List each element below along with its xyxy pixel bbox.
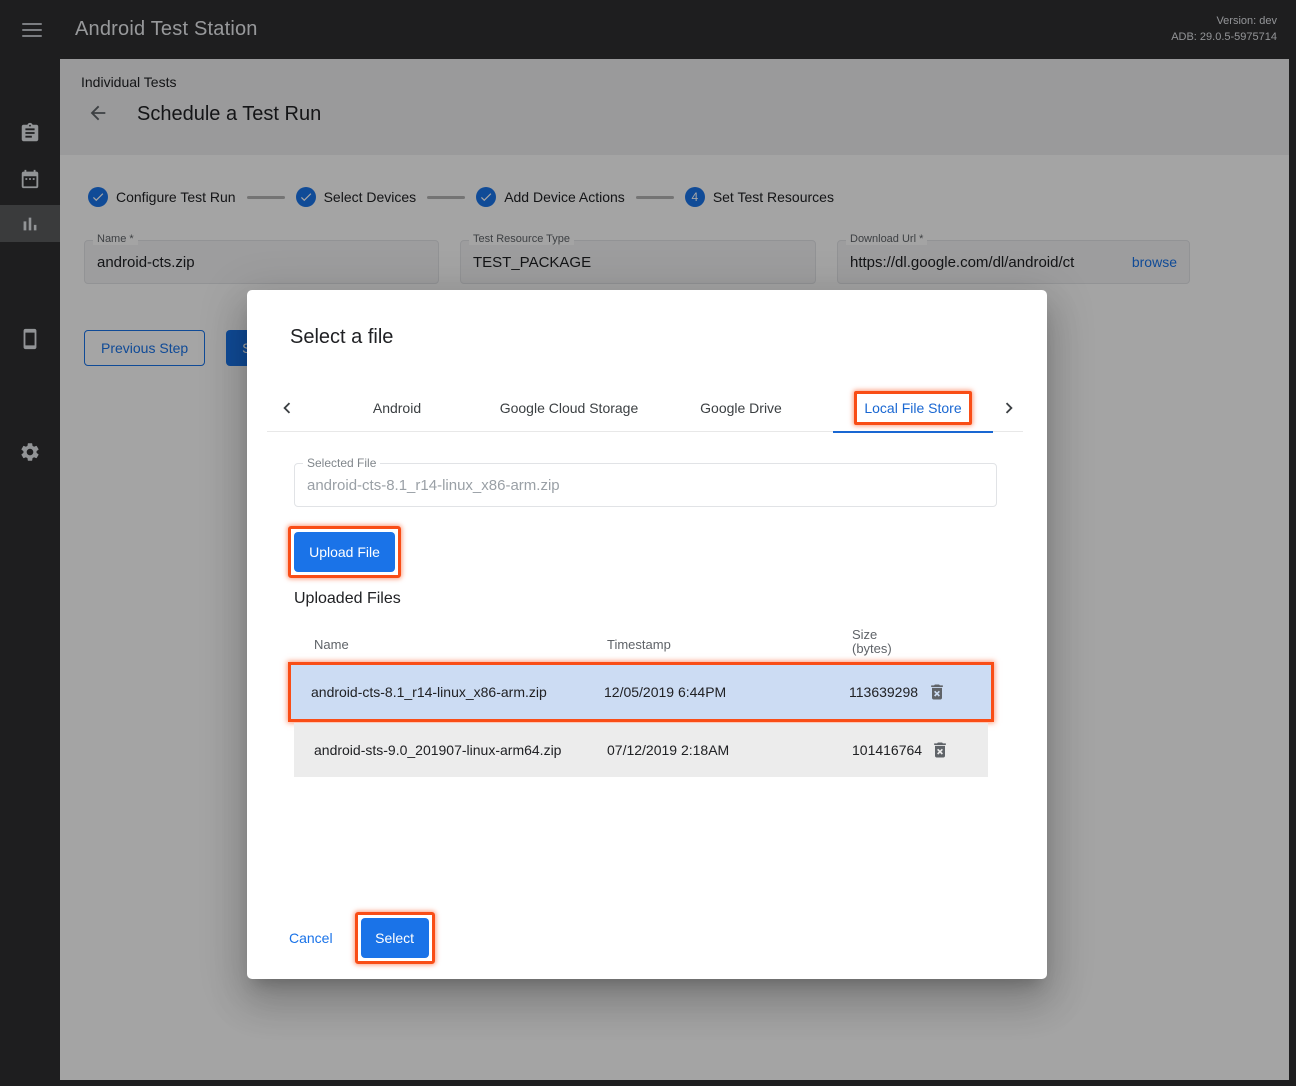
tabs-scroll-left-button[interactable] bbox=[273, 394, 301, 422]
select-file-dialog: Select a file Android Google Cloud Stora… bbox=[247, 290, 1047, 979]
tab-label: Local File Store bbox=[864, 400, 961, 416]
uploaded-files-table-header: Name Timestamp Size (bytes) bbox=[294, 620, 988, 660]
chevron-left-icon bbox=[276, 397, 298, 419]
column-header-size: Size (bytes) bbox=[852, 628, 892, 656]
select-button[interactable]: Select bbox=[361, 918, 429, 958]
tab-google-cloud-storage[interactable]: Google Cloud Storage bbox=[489, 385, 649, 432]
chevron-right-icon bbox=[998, 397, 1020, 419]
file-name-cell: android-cts-8.1_r14-linux_x86-arm.zip bbox=[311, 684, 547, 700]
file-name-cell: android-sts-9.0_201907-linux-arm64.zip bbox=[314, 742, 561, 758]
annotation-box-select: Select bbox=[355, 912, 435, 964]
selected-file-label: Selected File bbox=[303, 456, 380, 470]
table-row-sts-file[interactable]: android-sts-9.0_201907-linux-arm64.zip 0… bbox=[294, 723, 988, 777]
column-header-size-line2: (bytes) bbox=[852, 641, 892, 656]
column-header-timestamp: Timestamp bbox=[607, 637, 671, 652]
column-header-size-line1: Size bbox=[852, 627, 877, 642]
annotation-box-upload-file: Upload File bbox=[288, 526, 401, 578]
size-cell: 113639298 bbox=[849, 684, 918, 700]
table-row-cts-file[interactable]: android-cts-8.1_r14-linux_x86-arm.zip 12… bbox=[291, 665, 991, 719]
annotation-box-local-file-store: Local File Store bbox=[854, 391, 971, 425]
upload-file-button[interactable]: Upload File bbox=[294, 532, 395, 572]
dialog-title: Select a file bbox=[290, 326, 393, 349]
tabs-scroll-right-button[interactable] bbox=[995, 394, 1023, 422]
column-header-name: Name bbox=[314, 637, 349, 652]
uploaded-files-table: android-cts-8.1_r14-linux_x86-arm.zip 12… bbox=[294, 662, 988, 777]
tab-google-drive[interactable]: Google Drive bbox=[661, 385, 821, 432]
tab-label: Google Drive bbox=[700, 400, 782, 416]
tab-label: Google Cloud Storage bbox=[500, 400, 639, 416]
size-cell: 101416764 bbox=[852, 742, 922, 758]
file-source-tabs: Android Google Cloud Storage Google Driv… bbox=[267, 385, 1023, 432]
dialog-actions: Cancel Select bbox=[289, 911, 435, 965]
cancel-button[interactable]: Cancel bbox=[289, 930, 333, 946]
timestamp-cell: 12/05/2019 6:44PM bbox=[604, 684, 726, 700]
selected-file-field[interactable]: Selected File android-cts-8.1_r14-linux_… bbox=[294, 463, 997, 507]
tab-local-file-store[interactable]: Local File Store bbox=[833, 385, 993, 432]
uploaded-files-title: Uploaded Files bbox=[294, 590, 401, 608]
tab-label: Android bbox=[373, 400, 421, 416]
delete-file-button[interactable] bbox=[928, 738, 952, 762]
delete-file-button[interactable] bbox=[925, 680, 949, 704]
trash-icon bbox=[927, 682, 947, 702]
timestamp-cell: 07/12/2019 2:18AM bbox=[607, 742, 729, 758]
selected-file-value: android-cts-8.1_r14-linux_x86-arm.zip bbox=[307, 477, 560, 494]
tab-android[interactable]: Android bbox=[317, 385, 477, 432]
trash-icon bbox=[930, 740, 950, 760]
annotation-box-selected-row: android-cts-8.1_r14-linux_x86-arm.zip 12… bbox=[288, 662, 994, 722]
